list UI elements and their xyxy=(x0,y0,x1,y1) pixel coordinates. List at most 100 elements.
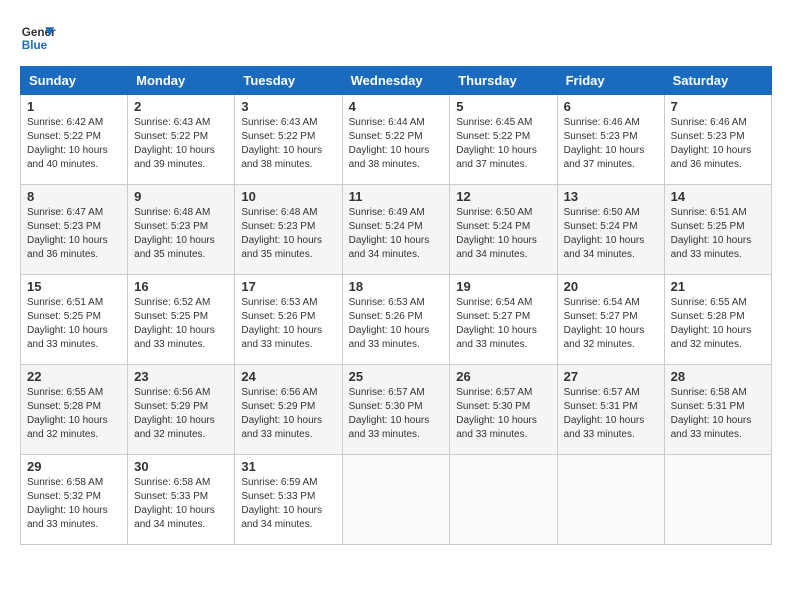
day-number: 8 xyxy=(27,189,121,204)
day-info: Sunrise: 6:49 AM Sunset: 5:24 PM Dayligh… xyxy=(349,206,444,262)
day-of-week-header: Sunday xyxy=(21,67,128,95)
calendar-cell: 22Sunrise: 6:55 AM Sunset: 5:28 PM Dayli… xyxy=(21,365,128,455)
svg-text:Blue: Blue xyxy=(22,39,48,52)
calendar-cell: 4 Sunrise: 6:44 AM Sunset: 5:22 PM Daylig… xyxy=(342,95,450,185)
calendar-cell: 11 Sunrise: 6:49 AM Sunset: 5:24 PM Dayli… xyxy=(342,185,450,275)
day-info: Sunrise: 6:46 AM Sunset: 5:23 PM Dayligh… xyxy=(671,116,765,172)
day-number: 4 xyxy=(349,99,444,114)
day-info: Sunrise: 6:55 AM Sunset: 5:28 PM Dayligh… xyxy=(27,386,121,442)
day-number: 18 xyxy=(349,279,444,294)
calendar-cell: 16 Sunrise: 6:52 AM Sunset: 5:25 PM Dayli… xyxy=(128,275,235,365)
day-info: Sunrise: 6:45 AM Sunset: 5:22 PM Dayligh… xyxy=(456,116,550,172)
day-number: 14 xyxy=(671,189,765,204)
day-number: 9 xyxy=(134,189,228,204)
calendar-cell: 2 Sunrise: 6:43 AM Sunset: 5:22 PM Daylig… xyxy=(128,95,235,185)
day-number: 1 xyxy=(27,99,121,114)
day-number: 19 xyxy=(456,279,550,294)
calendar-cell: 26 Sunrise: 6:57 AM Sunset: 5:30 PM Dayli… xyxy=(450,365,557,455)
day-number: 24 xyxy=(241,369,335,384)
day-info: Sunrise: 6:54 AM Sunset: 5:27 PM Dayligh… xyxy=(564,296,658,352)
calendar-week-row: 29Sunrise: 6:58 AM Sunset: 5:32 PM Dayli… xyxy=(21,455,772,545)
day-info: Sunrise: 6:47 AM Sunset: 5:23 PM Dayligh… xyxy=(27,206,121,262)
day-info: Sunrise: 6:58 AM Sunset: 5:31 PM Dayligh… xyxy=(671,386,765,442)
day-info: Sunrise: 6:48 AM Sunset: 5:23 PM Dayligh… xyxy=(134,206,228,262)
day-info: Sunrise: 6:44 AM Sunset: 5:22 PM Dayligh… xyxy=(349,116,444,172)
day-number: 20 xyxy=(564,279,658,294)
day-number: 13 xyxy=(564,189,658,204)
day-number: 5 xyxy=(456,99,550,114)
day-number: 23 xyxy=(134,369,228,384)
calendar-cell: 12 Sunrise: 6:50 AM Sunset: 5:24 PM Dayli… xyxy=(450,185,557,275)
calendar-cell: 25 Sunrise: 6:57 AM Sunset: 5:30 PM Dayli… xyxy=(342,365,450,455)
day-info: Sunrise: 6:43 AM Sunset: 5:22 PM Dayligh… xyxy=(241,116,335,172)
day-number: 16 xyxy=(134,279,228,294)
day-info: Sunrise: 6:52 AM Sunset: 5:25 PM Dayligh… xyxy=(134,296,228,352)
day-of-week-header: Wednesday xyxy=(342,67,450,95)
calendar-cell: 19 Sunrise: 6:54 AM Sunset: 5:27 PM Dayli… xyxy=(450,275,557,365)
calendar-cell: 8 Sunrise: 6:47 AM Sunset: 5:23 PM Daylig… xyxy=(21,185,128,275)
day-number: 12 xyxy=(456,189,550,204)
day-info: Sunrise: 6:51 AM Sunset: 5:25 PM Dayligh… xyxy=(27,296,121,352)
day-number: 7 xyxy=(671,99,765,114)
day-info: Sunrise: 6:57 AM Sunset: 5:31 PM Dayligh… xyxy=(564,386,658,442)
day-info: Sunrise: 6:56 AM Sunset: 5:29 PM Dayligh… xyxy=(241,386,335,442)
day-number: 2 xyxy=(134,99,228,114)
day-info: Sunrise: 6:50 AM Sunset: 5:24 PM Dayligh… xyxy=(456,206,550,262)
day-info: Sunrise: 6:56 AM Sunset: 5:29 PM Dayligh… xyxy=(134,386,228,442)
calendar-week-row: 15 Sunrise: 6:51 AM Sunset: 5:25 PM Dayli… xyxy=(21,275,772,365)
calendar-cell: 1 Sunrise: 6:42 AM Sunset: 5:22 PM Daylig… xyxy=(21,95,128,185)
day-of-week-header: Thursday xyxy=(450,67,557,95)
calendar-cell: 15 Sunrise: 6:51 AM Sunset: 5:25 PM Dayli… xyxy=(21,275,128,365)
day-number: 11 xyxy=(349,189,444,204)
day-info: Sunrise: 6:58 AM Sunset: 5:33 PM Dayligh… xyxy=(134,476,228,532)
calendar-cell: 31 Sunrise: 6:59 AM Sunset: 5:33 PM Dayli… xyxy=(235,455,342,545)
calendar-week-row: 8 Sunrise: 6:47 AM Sunset: 5:23 PM Daylig… xyxy=(21,185,772,275)
calendar-week-row: 1 Sunrise: 6:42 AM Sunset: 5:22 PM Daylig… xyxy=(21,95,772,185)
calendar-cell: 10Sunrise: 6:48 AM Sunset: 5:23 PM Dayli… xyxy=(235,185,342,275)
day-number: 15 xyxy=(27,279,121,294)
calendar-cell: 14Sunrise: 6:51 AM Sunset: 5:25 PM Dayli… xyxy=(664,185,771,275)
calendar-cell: 3 Sunrise: 6:43 AM Sunset: 5:22 PM Daylig… xyxy=(235,95,342,185)
day-info: Sunrise: 6:54 AM Sunset: 5:27 PM Dayligh… xyxy=(456,296,550,352)
calendar-cell: 5 Sunrise: 6:45 AM Sunset: 5:22 PM Daylig… xyxy=(450,95,557,185)
calendar-cell xyxy=(557,455,664,545)
calendar-week-row: 22Sunrise: 6:55 AM Sunset: 5:28 PM Dayli… xyxy=(21,365,772,455)
day-info: Sunrise: 6:53 AM Sunset: 5:26 PM Dayligh… xyxy=(241,296,335,352)
calendar-cell: 9 Sunrise: 6:48 AM Sunset: 5:23 PM Daylig… xyxy=(128,185,235,275)
day-number: 21 xyxy=(671,279,765,294)
day-number: 3 xyxy=(241,99,335,114)
day-info: Sunrise: 6:53 AM Sunset: 5:26 PM Dayligh… xyxy=(349,296,444,352)
calendar-cell: 28 Sunrise: 6:58 AM Sunset: 5:31 PM Dayli… xyxy=(664,365,771,455)
calendar-cell: 18 Sunrise: 6:53 AM Sunset: 5:26 PM Dayli… xyxy=(342,275,450,365)
day-of-week-header: Monday xyxy=(128,67,235,95)
day-of-week-header: Tuesday xyxy=(235,67,342,95)
day-info: Sunrise: 6:57 AM Sunset: 5:30 PM Dayligh… xyxy=(456,386,550,442)
day-number: 29 xyxy=(27,459,121,474)
logo: General Blue xyxy=(20,20,56,56)
day-number: 31 xyxy=(241,459,335,474)
day-number: 26 xyxy=(456,369,550,384)
calendar-cell: 24 Sunrise: 6:56 AM Sunset: 5:29 PM Dayli… xyxy=(235,365,342,455)
day-number: 25 xyxy=(349,369,444,384)
day-of-week-header: Saturday xyxy=(664,67,771,95)
logo-icon: General Blue xyxy=(20,20,56,56)
calendar-cell: 23 Sunrise: 6:56 AM Sunset: 5:29 PM Dayli… xyxy=(128,365,235,455)
calendar-cell: 20 Sunrise: 6:54 AM Sunset: 5:27 PM Dayli… xyxy=(557,275,664,365)
calendar-cell xyxy=(342,455,450,545)
day-info: Sunrise: 6:43 AM Sunset: 5:22 PM Dayligh… xyxy=(134,116,228,172)
calendar-cell: 27Sunrise: 6:57 AM Sunset: 5:31 PM Dayli… xyxy=(557,365,664,455)
day-info: Sunrise: 6:55 AM Sunset: 5:28 PM Dayligh… xyxy=(671,296,765,352)
day-of-week-header: Friday xyxy=(557,67,664,95)
calendar-cell: 30 Sunrise: 6:58 AM Sunset: 5:33 PM Dayli… xyxy=(128,455,235,545)
calendar-cell xyxy=(450,455,557,545)
day-info: Sunrise: 6:48 AM Sunset: 5:23 PM Dayligh… xyxy=(241,206,335,262)
calendar-cell: 21 Sunrise: 6:55 AM Sunset: 5:28 PM Dayli… xyxy=(664,275,771,365)
day-info: Sunrise: 6:59 AM Sunset: 5:33 PM Dayligh… xyxy=(241,476,335,532)
calendar-cell: 6Sunrise: 6:46 AM Sunset: 5:23 PM Daylig… xyxy=(557,95,664,185)
day-info: Sunrise: 6:42 AM Sunset: 5:22 PM Dayligh… xyxy=(27,116,121,172)
calendar-cell xyxy=(664,455,771,545)
day-number: 30 xyxy=(134,459,228,474)
day-number: 28 xyxy=(671,369,765,384)
day-number: 17 xyxy=(241,279,335,294)
day-info: Sunrise: 6:57 AM Sunset: 5:30 PM Dayligh… xyxy=(349,386,444,442)
